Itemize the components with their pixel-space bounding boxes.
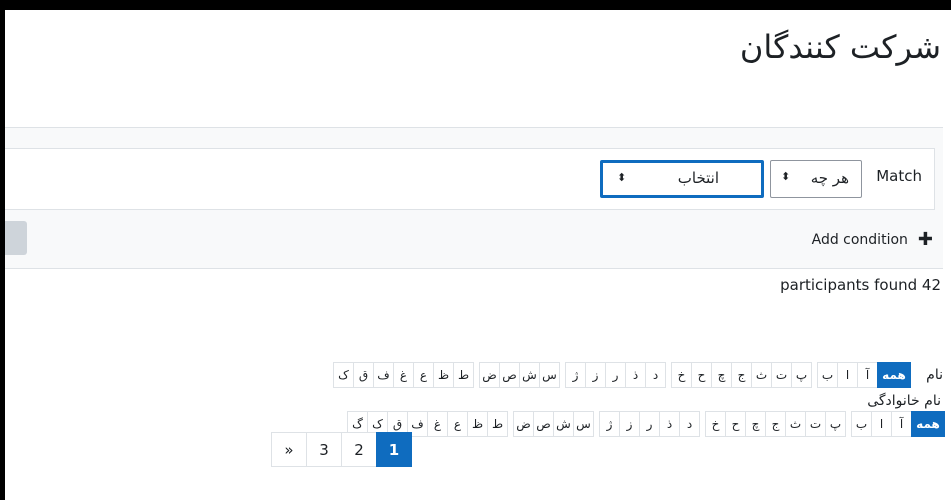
firstname-initial-letter[interactable]: ع bbox=[413, 362, 434, 388]
firstname-initial-all[interactable]: همه bbox=[877, 362, 911, 388]
filter-type-value: انتخاب bbox=[677, 169, 719, 187]
firstname-initial-letter[interactable]: خ bbox=[671, 362, 692, 388]
lastname-initial-letter[interactable]: ث bbox=[785, 411, 806, 437]
lastname-initial-letter[interactable]: پ bbox=[825, 411, 846, 437]
firstname-initial-letter[interactable]: پ bbox=[791, 362, 812, 388]
lastname-initials-label: نام خانوادگی bbox=[867, 393, 941, 409]
pagination: 1 2 3» bbox=[271, 432, 412, 467]
lastname-initial-letter[interactable]: ظ bbox=[467, 411, 488, 437]
plus-icon: ✚ bbox=[917, 229, 933, 250]
lastname-initial-letter[interactable]: س bbox=[573, 411, 594, 437]
firstname-initial-letter[interactable]: ر bbox=[605, 362, 626, 388]
lastname-initial-all[interactable]: همه bbox=[911, 411, 945, 437]
firstname-initial-letter[interactable]: ا bbox=[837, 362, 858, 388]
firstname-initial-letter[interactable]: ش bbox=[519, 362, 540, 388]
firstname-initial-letter[interactable]: ک bbox=[333, 362, 354, 388]
lastname-initial-letter[interactable]: ج bbox=[765, 411, 786, 437]
lastname-initial-letter[interactable]: ا bbox=[871, 411, 892, 437]
firstname-initial-letter[interactable]: ذ bbox=[625, 362, 646, 388]
sort-arrows-icon: ⬍ bbox=[617, 171, 627, 184]
lastname-initial-letter[interactable]: ش bbox=[553, 411, 574, 437]
filter-condition-row: Match هر چه ⬍ انتخاب ⬍ bbox=[5, 148, 935, 210]
firstname-initial-letter[interactable]: ف bbox=[373, 362, 394, 388]
jointype-value: هر چه bbox=[810, 169, 849, 187]
firstname-initial-letter[interactable]: ث bbox=[751, 362, 772, 388]
firstname-initial-letter[interactable]: س bbox=[539, 362, 560, 388]
lastname-initial-letter[interactable]: خ bbox=[705, 411, 726, 437]
firstname-initial-letter[interactable]: ب bbox=[817, 362, 838, 388]
filter-panel: Match هر چه ⬍ انتخاب ⬍ ✚ Add condition bbox=[5, 127, 943, 269]
lastname-initials-bar: همه آ ا ب پ ت ث ج چ ح خ د ذ ر ز ژ س ش ص ض ط ظ ع غ ف ق ک گ bbox=[347, 411, 945, 439]
lastname-initial-letter[interactable]: ژ bbox=[599, 411, 620, 437]
lastname-initial-letter[interactable]: ز bbox=[619, 411, 640, 437]
lastname-initial-letter[interactable]: ع bbox=[447, 411, 468, 437]
firstname-initial-letter[interactable]: ط bbox=[453, 362, 474, 388]
lastname-initial-letter[interactable]: ذ bbox=[659, 411, 680, 437]
lastname-initial-letter[interactable]: ص bbox=[533, 411, 554, 437]
add-condition-button[interactable]: ✚ Add condition bbox=[812, 229, 933, 250]
firstname-initial-letter[interactable]: ض bbox=[479, 362, 500, 388]
lastname-initial-letter[interactable]: ب bbox=[851, 411, 872, 437]
firstname-initial-letter[interactable]: ظ bbox=[433, 362, 454, 388]
sort-arrows-icon: ⬍ bbox=[781, 170, 791, 183]
firstname-initial-letter[interactable]: ج bbox=[731, 362, 752, 388]
match-jointype-select[interactable]: هر چه ⬍ bbox=[770, 160, 862, 198]
lastname-initial-letter[interactable]: ط bbox=[487, 411, 508, 437]
lastname-initial-letter[interactable]: ت bbox=[805, 411, 826, 437]
filter-type-select[interactable]: انتخاب ⬍ bbox=[600, 160, 764, 198]
apply-filters-button[interactable] bbox=[5, 221, 27, 255]
firstname-initial-letter[interactable]: غ bbox=[393, 362, 414, 388]
lastname-initial-letter[interactable]: چ bbox=[745, 411, 766, 437]
firstname-initial-letter[interactable]: چ bbox=[711, 362, 732, 388]
page-link-1[interactable]: 1 bbox=[376, 432, 412, 467]
firstname-initial-letter[interactable]: ح bbox=[691, 362, 712, 388]
firstname-initial-letter[interactable]: ز bbox=[585, 362, 606, 388]
firstname-initial-letter[interactable]: ص bbox=[499, 362, 520, 388]
firstname-initial-letter[interactable]: د bbox=[645, 362, 666, 388]
lastname-initial-letter[interactable]: ح bbox=[725, 411, 746, 437]
page-link-2[interactable]: 2 bbox=[341, 432, 377, 467]
firstname-initial-letter[interactable]: ژ bbox=[565, 362, 586, 388]
firstname-initial-letter[interactable]: ت bbox=[771, 362, 792, 388]
firstname-initials-label: نام bbox=[926, 367, 943, 383]
add-condition-label: Add condition bbox=[811, 231, 908, 248]
lastname-initial-letter[interactable]: ر bbox=[639, 411, 660, 437]
firstname-initials-bar: همه آ ا ب پ ت ث ج چ ح خ د ذ ر ز ژ س ش ص ض ط ظ ع غ ف ق ک bbox=[333, 362, 911, 390]
participants-count: participants found 42 bbox=[780, 276, 941, 294]
window-frame-top bbox=[0, 0, 951, 10]
firstname-initial-letter[interactable]: آ bbox=[857, 362, 878, 388]
lastname-initial-letter[interactable]: غ bbox=[427, 411, 448, 437]
match-label: Match bbox=[876, 167, 922, 185]
page-next-button[interactable]: » bbox=[271, 432, 307, 467]
lastname-initial-letter[interactable]: آ bbox=[891, 411, 912, 437]
page-title: شرکت کنندگان bbox=[739, 28, 941, 66]
page-link-3[interactable]: 3 bbox=[306, 432, 342, 467]
lastname-initial-letter[interactable]: ض bbox=[513, 411, 534, 437]
firstname-initial-letter[interactable]: ق bbox=[353, 362, 374, 388]
lastname-initial-letter[interactable]: د bbox=[679, 411, 700, 437]
